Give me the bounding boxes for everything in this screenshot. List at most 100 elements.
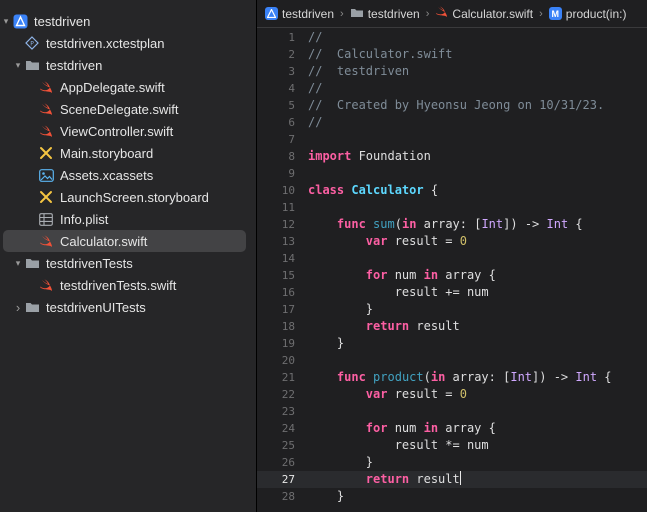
navigator-item[interactable]: AppDelegate.swift [0,76,256,98]
code-line[interactable]: 25 result *= num [257,437,647,454]
code-line[interactable]: 3 // testdriven [257,63,647,80]
code-token: Foundation [351,149,431,163]
code-token: num [387,268,424,282]
line-number: 7 [288,133,295,146]
source-editor: testdriven › testdriven › Calculator.swi… [257,0,647,512]
line-number: 18 [281,320,295,333]
line-number: 25 [281,439,295,452]
code-line[interactable]: 17 } [257,301,647,318]
code-line[interactable]: 27 return result [257,471,647,488]
navigator-item[interactable]: ▾ testdriven [0,10,256,32]
testplan-icon: P [24,35,40,51]
navigator-item[interactable]: Calculator.swift [0,230,256,252]
code-line[interactable]: 5 // Created by Hyeonsu Jeong on 10/31/23… [257,97,647,114]
chevron-down-icon[interactable]: ▾ [1,16,11,27]
navigator-item[interactable]: LaunchScreen.storyboard [0,186,256,208]
navigator-item-label: Info.plist [60,211,109,227]
jumpbar-file[interactable]: Calculator.swift [435,6,533,21]
code-line[interactable]: 12 func sum(in array: [Int]) -> Int { [257,216,647,233]
storyboard-icon [38,145,54,161]
jumpbar-group[interactable]: testdriven [350,7,420,21]
swift-icon [435,6,448,21]
code-line[interactable]: 19 } [257,335,647,352]
line-number: 20 [281,354,295,367]
code-line[interactable]: 24 for num in array { [257,420,647,437]
code-text: // [308,29,322,46]
code-token: } [308,455,374,469]
code-token: { [597,370,612,384]
code-line[interactable]: 26 } [257,454,647,471]
navigator-item[interactable]: ▾ testdriven [0,54,256,76]
navigator-item[interactable]: SceneDelegate.swift [0,98,256,120]
code-text: } [308,335,344,352]
line-number: 10 [281,184,295,197]
navigator-item[interactable]: Assets.xcassets [0,164,256,186]
code-token: Calculator [351,183,424,197]
jumpbar-group-label: testdriven [367,6,420,21]
code-line[interactable]: 11 [257,199,647,216]
chevron-down-icon[interactable]: ▾ [13,258,23,269]
line-number: 23 [281,405,295,418]
code-text: // [308,80,322,97]
code-line[interactable]: 16 result += num [257,284,647,301]
code-token: { [423,183,439,197]
code-line[interactable]: 23 [257,403,647,420]
chevron-down-icon[interactable]: ▾ [13,60,23,71]
jumpbar-project-label: testdriven [282,6,335,21]
navigator-item[interactable]: › testdrivenUITests [0,296,256,318]
code-line[interactable]: 18 return result [257,318,647,335]
code-token: product [373,370,424,384]
code-line[interactable]: 20 [257,352,647,369]
navigator-item[interactable]: ▾ testdrivenTests [0,252,256,274]
swift-icon [38,233,54,249]
code-line[interactable]: 13 var result = 0 [257,233,647,250]
code-line[interactable]: 2 // Calculator.swift [257,46,647,63]
code-line[interactable]: 9 [257,165,647,182]
line-number: 5 [288,99,295,112]
line-number: 13 [281,235,295,248]
code-line[interactable]: 1 // [257,29,647,46]
code-line[interactable]: 4 // [257,80,647,97]
code-token: // testdriven [308,64,410,78]
project-icon [12,13,28,29]
code-line[interactable]: 21 func product(in array: [Int]) -> Int … [257,369,647,386]
code-text: // [308,114,322,131]
navigator-item-label: LaunchScreen.storyboard [60,189,209,205]
line-number: 3 [288,65,295,78]
code-line[interactable]: 7 [257,131,647,148]
code-line[interactable]: 10 class Calculator { [257,182,647,199]
code-token: array: [ [445,370,511,384]
project-icon [265,7,278,20]
code-line[interactable]: 15 for num in array { [257,267,647,284]
jumpbar-separator: › [425,7,430,20]
code-token: ( [423,370,431,384]
chevron-right-icon[interactable]: › [13,300,23,315]
code-token: Int [510,370,533,384]
navigator-item[interactable]: testdrivenTests.swift [0,274,256,296]
jumpbar-project[interactable]: testdriven [265,7,334,21]
code-line[interactable]: 22 var result = 0 [257,386,647,403]
navigator-item-label: testdrivenUITests [46,299,146,315]
line-number: 16 [281,286,295,299]
navigator-item[interactable]: ViewController.swift [0,120,256,142]
navigator-item[interactable]: Ptestdriven.xctestplan [0,32,256,54]
code-line[interactable]: 28 } [257,488,647,505]
code-line[interactable]: 14 [257,250,647,267]
code-text: } [308,488,344,505]
navigator-item[interactable]: Main.storyboard [0,142,256,164]
navigator-item[interactable]: Info.plist [0,208,256,230]
line-number: 12 [281,218,295,231]
code-token: sum [373,217,395,231]
code-token: num [387,421,424,435]
code-text: import Foundation [308,148,431,165]
code-line[interactable]: 6 // [257,114,647,131]
code-token: for [365,268,388,282]
code-line[interactable]: 8 import Foundation [257,148,647,165]
navigator-item-label: SceneDelegate.swift [60,101,179,117]
line-number: 15 [281,269,295,282]
jumpbar-symbol[interactable]: M product(in:) [548,7,626,21]
